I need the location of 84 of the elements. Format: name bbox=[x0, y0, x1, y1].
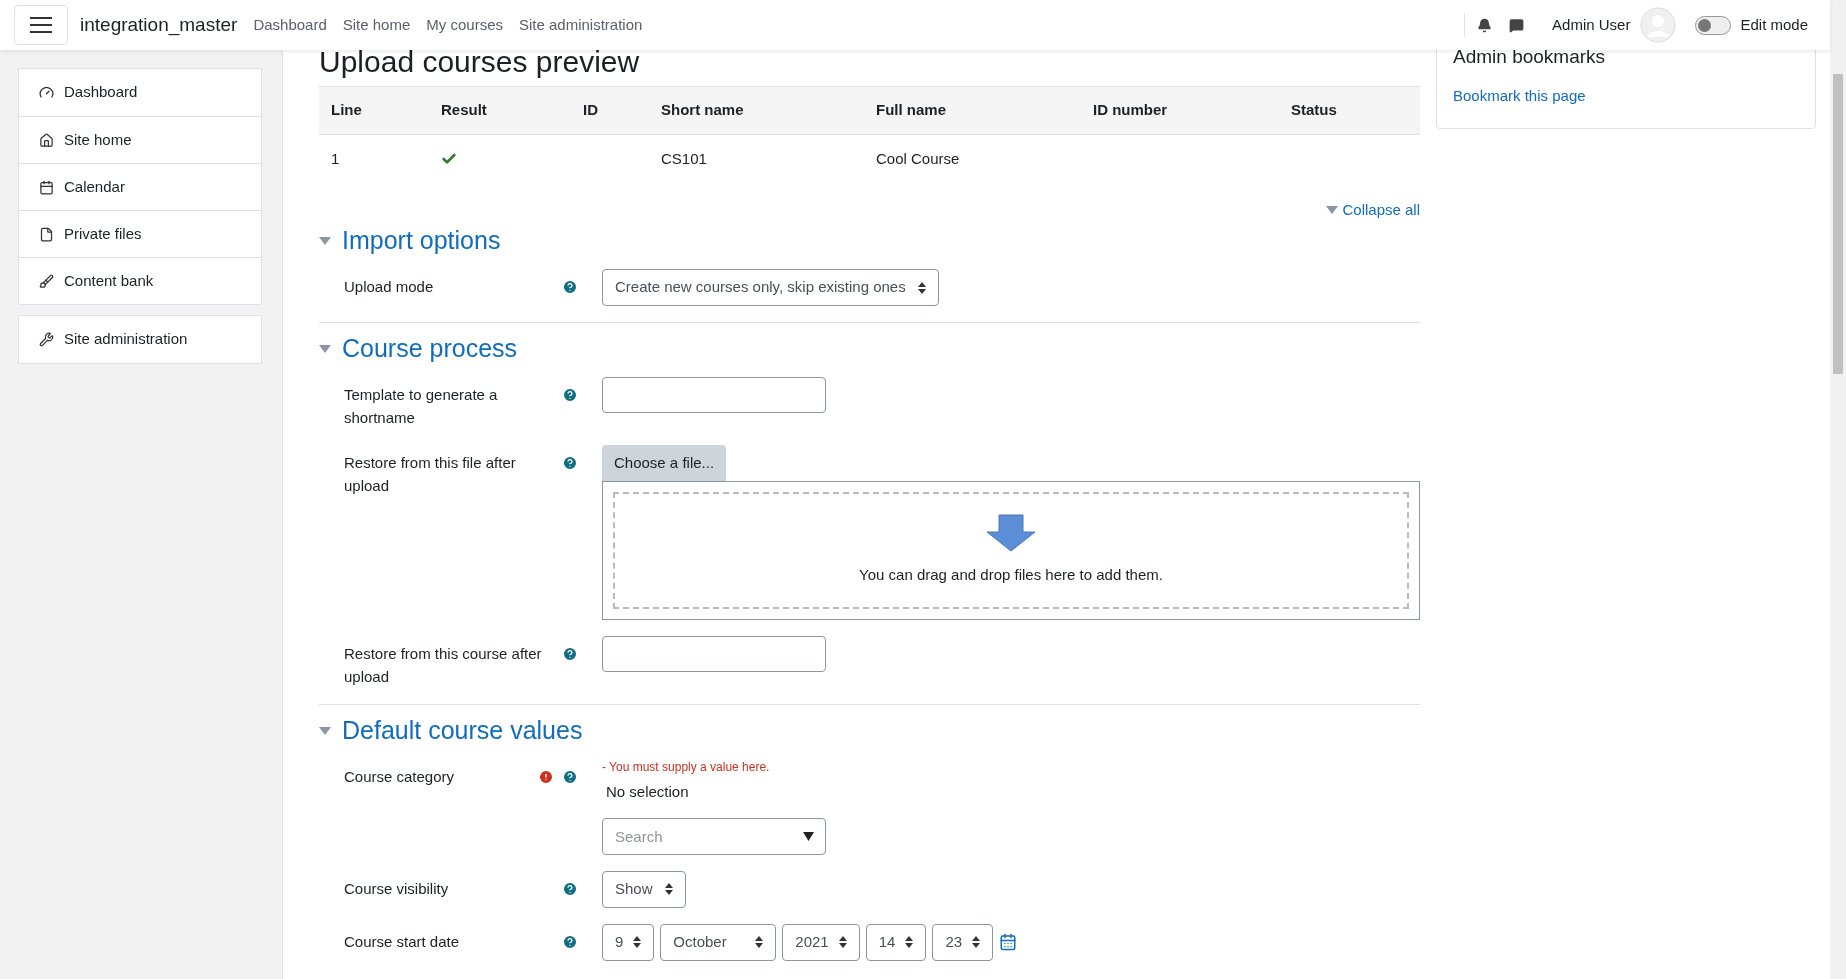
error-icon bbox=[538, 769, 554, 785]
select-dropdown[interactable]: Show bbox=[602, 870, 686, 908]
nav-link[interactable]: Site administration bbox=[519, 13, 643, 37]
selection-text: No selection bbox=[605, 782, 690, 802]
date-select[interactable]: 9 bbox=[602, 923, 655, 961]
sidebar-item[interactable]: Private files bbox=[19, 210, 261, 257]
triangle-icon bbox=[1326, 205, 1339, 214]
field-label: Upload mode bbox=[344, 277, 435, 297]
sidebar-item-icon bbox=[39, 332, 54, 347]
choose-file-button[interactable]: Choose a file... bbox=[602, 445, 727, 481]
updown-icon bbox=[972, 936, 981, 948]
help-icon[interactable] bbox=[562, 769, 578, 785]
section-toggle[interactable]: Course process bbox=[319, 329, 518, 369]
updown-icon bbox=[838, 936, 847, 948]
search-field[interactable]: Search bbox=[602, 817, 826, 855]
sidebar-item-icon bbox=[39, 179, 54, 195]
updown-icon bbox=[633, 936, 642, 948]
sidebar-item-icon bbox=[39, 273, 54, 289]
updown-icon bbox=[905, 936, 914, 948]
date-select[interactable]: 23 bbox=[932, 923, 994, 961]
page-title: Upload courses preview bbox=[319, 44, 641, 80]
triangle-icon bbox=[319, 727, 331, 735]
drop-area[interactable]: You can drag and drop files here to add them. bbox=[602, 481, 1420, 620]
user-name[interactable]: Admin User bbox=[1552, 13, 1631, 37]
site-name[interactable]: integration_master bbox=[80, 10, 238, 40]
column-header: ID bbox=[571, 86, 649, 135]
error-message: - You must supply a value here. bbox=[602, 759, 771, 775]
field-label: Course visibility bbox=[344, 878, 450, 899]
help-icon[interactable] bbox=[562, 933, 578, 950]
edit-mode-toggle[interactable] bbox=[1695, 15, 1732, 35]
select-dropdown[interactable]: Create new courses only, skip existing ones bbox=[602, 269, 939, 306]
column-header: Short name bbox=[649, 86, 864, 135]
help-icon[interactable] bbox=[562, 880, 578, 897]
field-label: Restore from this file after upload bbox=[344, 453, 517, 496]
edit-mode-label: Edit mode bbox=[1740, 14, 1808, 35]
column-header: Full name bbox=[864, 86, 1081, 135]
block-title: Admin bookmarks bbox=[1453, 45, 1607, 69]
help-icon[interactable] bbox=[562, 646, 578, 662]
menu-button[interactable] bbox=[14, 5, 68, 45]
sidebar-item[interactable]: Site administration bbox=[19, 316, 261, 363]
triangle-icon bbox=[319, 237, 331, 245]
triangle-icon bbox=[319, 345, 331, 353]
column-header: Line bbox=[319, 86, 429, 135]
bookmark-link[interactable]: Bookmark this page bbox=[1453, 86, 1586, 104]
sidebar-item[interactable]: Content bank bbox=[19, 257, 261, 304]
sidebar-item-icon bbox=[39, 132, 54, 148]
date-select[interactable]: 14 bbox=[865, 923, 927, 961]
notification-icon[interactable] bbox=[1477, 17, 1493, 33]
date-select[interactable]: October bbox=[660, 923, 777, 961]
calendar-icon[interactable] bbox=[999, 933, 1018, 951]
column-header: Result bbox=[429, 86, 571, 135]
help-icon[interactable] bbox=[562, 279, 578, 295]
table-cell: CS101 bbox=[649, 134, 864, 183]
nav-link[interactable]: Dashboard bbox=[253, 13, 327, 37]
collapse-all-link[interactable]: Collapse all bbox=[1326, 198, 1420, 221]
message-icon[interactable] bbox=[1509, 17, 1525, 33]
text-field[interactable] bbox=[602, 636, 826, 672]
nav-link[interactable]: Site home bbox=[342, 13, 411, 37]
table-cell: Cool Course bbox=[864, 134, 1081, 183]
field-label: Template to generate a shortname bbox=[344, 385, 499, 428]
table-cell: 1 bbox=[319, 134, 429, 183]
field-label: Restore from this course after upload bbox=[344, 644, 543, 687]
section-toggle[interactable]: Import options bbox=[319, 221, 501, 261]
help-icon[interactable] bbox=[562, 455, 578, 471]
sidebar-item-icon bbox=[39, 226, 54, 242]
caret-icon bbox=[803, 831, 814, 841]
date-select[interactable]: 2021 bbox=[782, 923, 860, 961]
sidebar-item[interactable]: Site home bbox=[19, 116, 261, 163]
updown-icon bbox=[664, 883, 673, 895]
text-field[interactable] bbox=[602, 377, 826, 413]
sidebar-item[interactable]: Dashboard bbox=[19, 69, 261, 116]
column-header: ID number bbox=[1081, 86, 1279, 135]
sidebar-item-icon bbox=[39, 85, 54, 100]
help-icon[interactable] bbox=[562, 387, 578, 403]
sidebar-item[interactable]: Calendar bbox=[19, 163, 261, 210]
updown-icon bbox=[755, 936, 764, 948]
nav-link[interactable]: My courses bbox=[426, 13, 503, 37]
updown-icon bbox=[917, 281, 926, 294]
section-toggle[interactable]: Default course values bbox=[319, 711, 583, 751]
field-label: Course start date bbox=[344, 931, 461, 952]
field-label: Course category bbox=[344, 767, 456, 787]
column-header: Status bbox=[1279, 86, 1420, 135]
down-arrow-icon bbox=[986, 514, 1036, 553]
drop-hint: You can drag and drop files here to add them. bbox=[859, 565, 1163, 586]
